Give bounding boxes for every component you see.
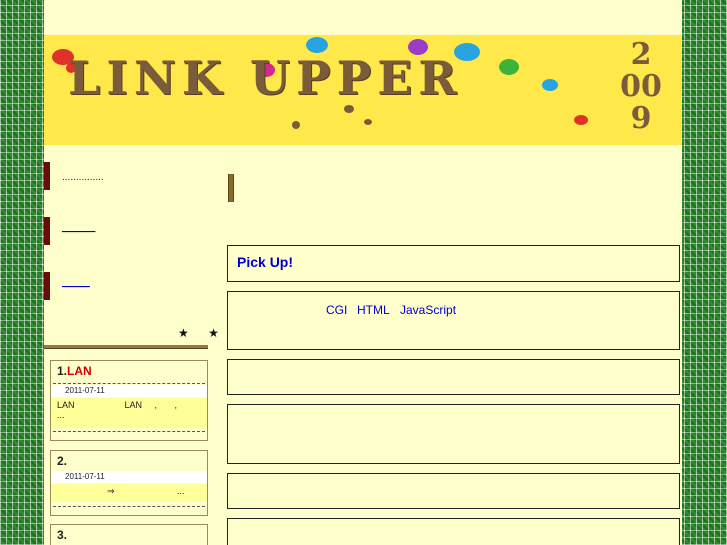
paint-splat-brown: [344, 105, 354, 113]
sidebar-divider: [44, 345, 208, 349]
tag-link-javascript[interactable]: JavaScript: [400, 303, 456, 317]
entry-number: 2.: [57, 454, 68, 468]
entry-number: 1.: [57, 364, 68, 378]
excerpt-line: ⇒ ...: [107, 486, 185, 496]
page-container: LINK UPPER 2 00 9 ............... ______…: [44, 0, 682, 545]
ranking-entry[interactable]: 1.LAN 2011-07-11 LAN LAN , , ...: [50, 360, 208, 441]
content-panel: [227, 473, 680, 509]
sidebar-item-3[interactable]: _____: [44, 272, 244, 300]
content-panel: [227, 404, 680, 464]
ranking-entry[interactable]: 3.: [50, 524, 208, 545]
paint-splat-blue: [542, 79, 558, 91]
tag-panel: CGI HTML JavaScript: [227, 291, 680, 350]
entry-date: 2011-07-11: [51, 385, 207, 397]
paint-splat-brown: [292, 121, 300, 129]
ranking-entry[interactable]: 2. 2011-07-11 ⇒ ...: [50, 450, 208, 516]
pickup-heading: Pick Up!: [237, 254, 294, 270]
site-title: LINK UPPER: [68, 51, 463, 105]
nav-bar-marker: [44, 162, 50, 190]
content-panel: [227, 518, 680, 545]
paint-splat-red: [574, 115, 588, 125]
entry-title[interactable]: 1.LAN: [57, 364, 92, 378]
paint-splat-brown: [364, 119, 372, 125]
entry-excerpt: LAN LAN , , ...: [51, 398, 207, 428]
paint-splat-green: [499, 59, 519, 75]
year-digit: 00: [620, 69, 662, 104]
tag-link-html[interactable]: HTML: [357, 303, 390, 317]
section-title-marker: [228, 174, 234, 202]
year-digit: 9: [630, 101, 652, 136]
entry-date: 2011-07-11: [51, 471, 207, 483]
nav-bar-marker: [44, 217, 50, 245]
excerpt-line: LAN LAN , ,: [57, 400, 178, 410]
pickup-panel: Pick Up!: [227, 245, 680, 282]
sidebar-item-label[interactable]: ...............: [62, 172, 104, 183]
excerpt-line: ...: [57, 410, 65, 420]
nav-bar-marker: [44, 272, 50, 300]
dashed-divider: [53, 506, 205, 507]
year-digit: 2: [630, 37, 652, 72]
sidebar-link[interactable]: _____: [62, 277, 90, 288]
sidebar-item-2[interactable]: ______: [44, 217, 244, 245]
entry-title[interactable]: 2.: [57, 454, 67, 468]
sidebar-link[interactable]: ______: [62, 222, 95, 233]
site-year: 2 00 9: [611, 39, 671, 135]
tag-link-cgi[interactable]: CGI: [326, 303, 347, 317]
entry-highlight[interactable]: LAN: [67, 364, 92, 378]
sidebar-item-1[interactable]: ...............: [44, 162, 244, 190]
entry-title[interactable]: 3.: [57, 528, 67, 542]
content-panel: [227, 359, 680, 395]
ranking-stars: ★ ★: [178, 326, 227, 340]
entry-excerpt: ⇒ ...: [51, 484, 207, 502]
header-banner[interactable]: LINK UPPER 2 00 9: [44, 35, 682, 145]
dashed-divider: [53, 383, 205, 384]
dashed-divider: [53, 431, 205, 432]
entry-number: 3.: [57, 528, 68, 542]
